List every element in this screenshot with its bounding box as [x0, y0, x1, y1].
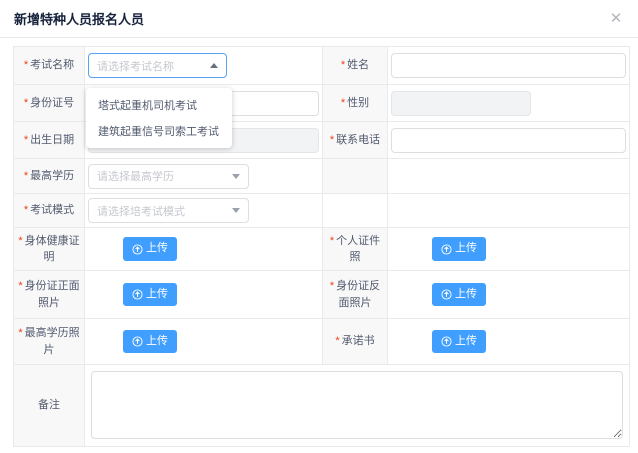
exam-name-dropdown: 塔式起重机司机考试 建筑起重信号司索工考试 [86, 88, 232, 148]
exam-name-cell: 请选择考试名称 [85, 47, 323, 85]
education-placeholder: 请选择最高学历 [97, 168, 174, 184]
full-name-input[interactable] [391, 53, 626, 78]
exam-mode-cell: 请选择培考试模式 [85, 194, 323, 228]
exam-mode-select[interactable]: 请选择培考试模式 [88, 198, 249, 223]
upload-icon [132, 336, 143, 347]
education-photo-cell: 上传 [85, 319, 323, 365]
education-cell: 请选择最高学历 [85, 159, 323, 194]
required-marker: * [24, 59, 28, 71]
field-label-id-number: *身份证号 [14, 85, 85, 122]
phone-input[interactable] [391, 128, 626, 153]
upload-button-label: 上传 [455, 288, 477, 301]
education-select[interactable]: 请选择最高学历 [88, 164, 249, 189]
id-card-front-cell: 上传 [85, 271, 323, 319]
field-label-remarks: 备注 [14, 365, 85, 446]
upload-button-education-photo[interactable]: 上传 [123, 330, 177, 353]
field-label-id-card-back: *身份证反面照片 [323, 271, 388, 319]
upload-button-commitment[interactable]: 上传 [432, 330, 486, 353]
empty-label-cell [323, 194, 388, 228]
personal-photo-cell: 上传 [388, 228, 629, 271]
dialog-header: 新增特种人员报名人员 [0, 0, 638, 38]
upload-button-id-card-front[interactable]: 上传 [123, 283, 177, 306]
commitment-cell: 上传 [388, 319, 629, 365]
upload-button-id-card-back[interactable]: 上传 [432, 283, 486, 306]
chevron-up-icon [210, 63, 218, 68]
registration-form: *考试名称 请选择考试名称 *姓名 *身份证号 *性别 *出生日 [13, 46, 630, 447]
field-label-exam-mode: *考试模式 [14, 194, 85, 228]
upload-button-label: 上传 [455, 242, 477, 255]
field-label-health-cert: *身体健康证明 [14, 228, 85, 271]
chevron-down-icon [232, 174, 240, 179]
field-label-education-photo: *最高学历照片 [14, 319, 85, 365]
upload-button-label: 上传 [455, 335, 477, 348]
upload-button-health-cert[interactable]: 上传 [123, 237, 177, 260]
exam-name-placeholder: 请选择考试名称 [97, 58, 174, 74]
upload-button-personal-photo[interactable]: 上传 [432, 237, 486, 260]
field-label-personal-photo: *个人证件照 [323, 228, 388, 271]
close-icon[interactable]: ✕ [606, 8, 626, 28]
upload-button-label: 上传 [146, 288, 168, 301]
gender-cell [388, 85, 629, 122]
health-cert-cell: 上传 [85, 228, 323, 271]
upload-icon [441, 336, 452, 347]
field-label-commitment: *承诺书 [323, 319, 388, 365]
field-label-phone: *联系电话 [323, 122, 388, 159]
dialog-title: 新增特种人员报名人员 [14, 9, 144, 28]
chevron-down-icon [232, 208, 240, 213]
add-special-personnel-dialog: 新增特种人员报名人员 ✕ *考试名称 请选择考试名称 *姓名 *身份证号 *性别 [0, 0, 638, 453]
field-label-gender: *性别 [323, 85, 388, 122]
upload-button-label: 上传 [146, 242, 168, 255]
upload-icon [132, 244, 143, 255]
field-label-education: *最高学历 [14, 159, 85, 194]
dropdown-option-tower-crane[interactable]: 塔式起重机司机考试 [86, 92, 232, 118]
exam-name-select[interactable]: 请选择考试名称 [88, 53, 227, 78]
exam-mode-placeholder: 请选择培考试模式 [97, 203, 185, 219]
upload-icon [441, 244, 452, 255]
full-name-cell [388, 47, 629, 85]
empty-content-cell [388, 194, 629, 228]
upload-icon [132, 289, 143, 300]
field-label-id-card-front: *身份证正面照片 [14, 271, 85, 319]
field-label-full-name: *姓名 [323, 47, 388, 85]
phone-cell [388, 122, 629, 159]
id-card-back-cell: 上传 [388, 271, 629, 319]
upload-button-label: 上传 [146, 335, 168, 348]
remarks-textarea[interactable] [91, 371, 623, 439]
remarks-cell [85, 365, 629, 446]
empty-label-cell [323, 159, 388, 194]
gender-input [391, 91, 531, 116]
dropdown-option-signal-rigger[interactable]: 建筑起重信号司索工考试 [86, 118, 232, 144]
empty-content-cell [388, 159, 629, 194]
field-label-birth-date: *出生日期 [14, 122, 85, 159]
field-label-exam-name: *考试名称 [14, 47, 85, 85]
upload-icon [441, 289, 452, 300]
